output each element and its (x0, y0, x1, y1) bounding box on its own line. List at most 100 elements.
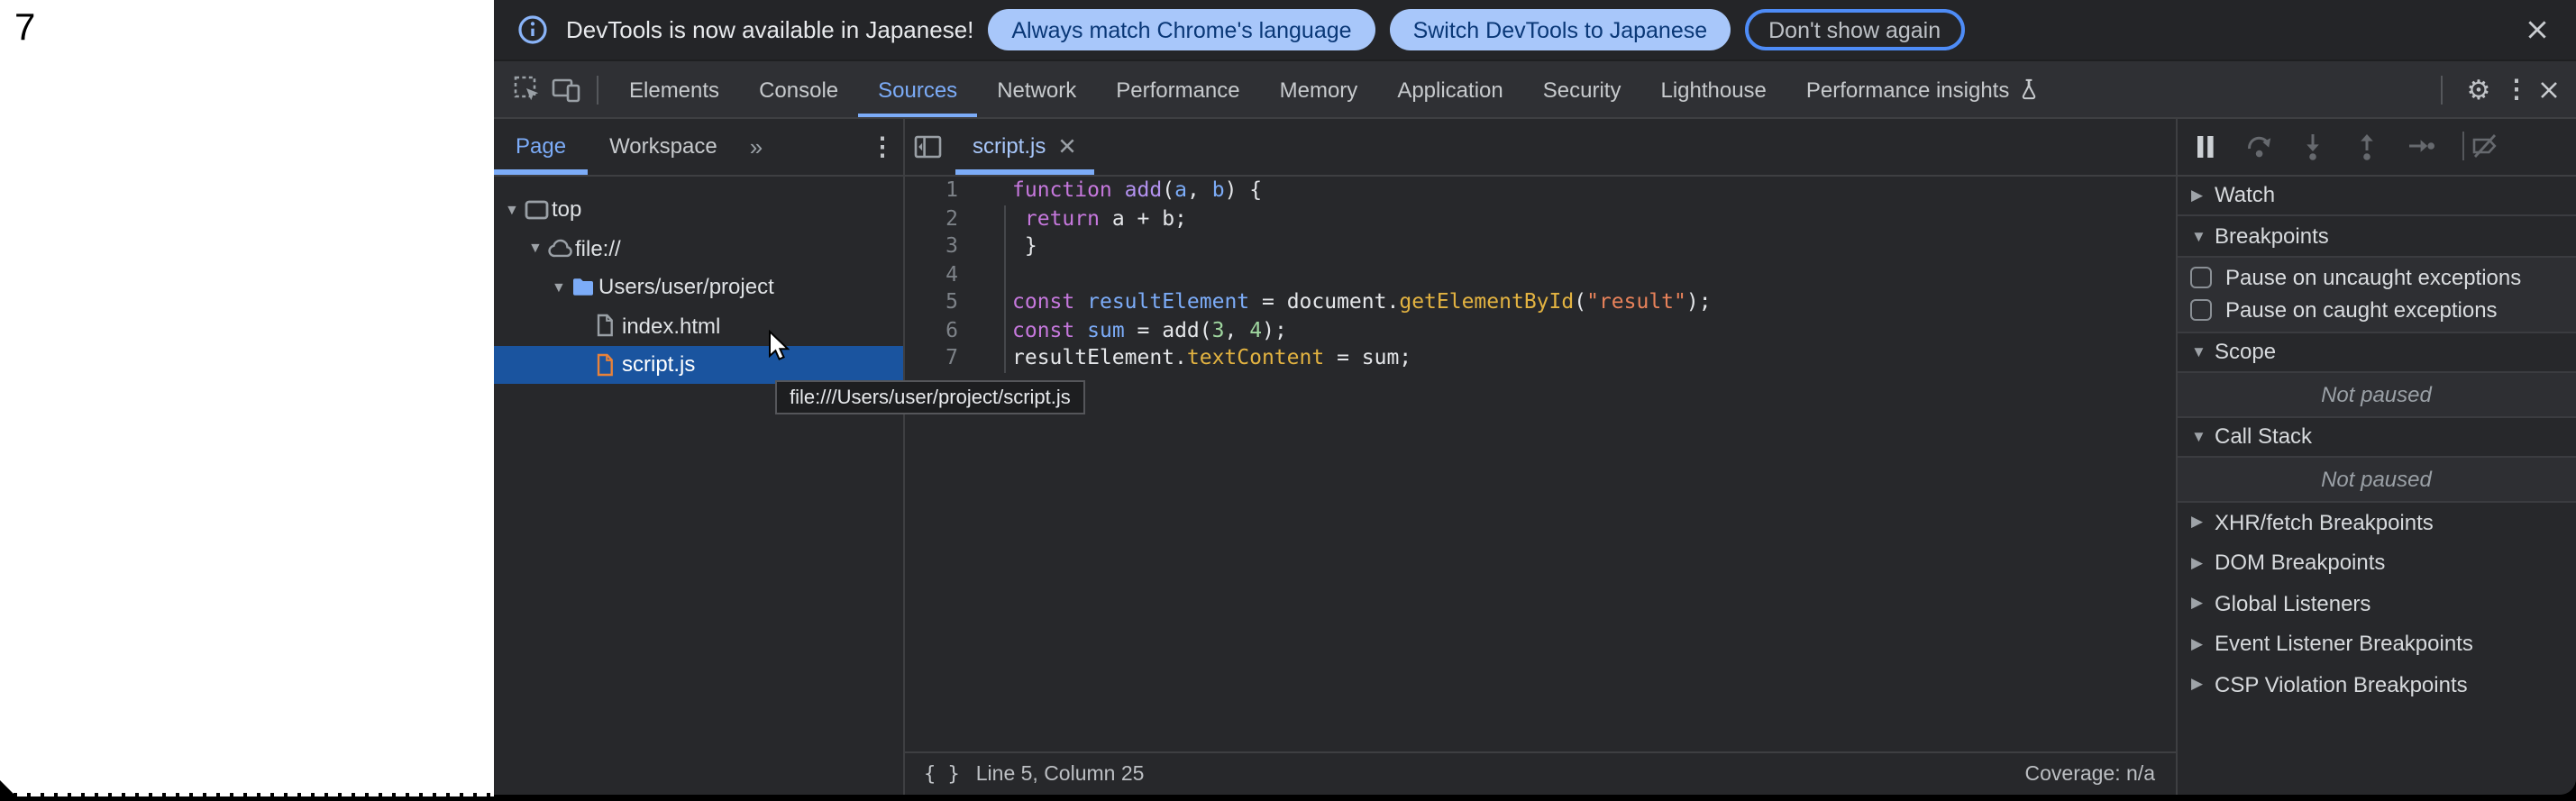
tree-item-top[interactable]: ▼ top (494, 190, 902, 229)
tab-security[interactable]: Security (1523, 61, 1641, 117)
tree-item-label: top (552, 197, 581, 223)
more-tabs-chevron-icon[interactable]: » (739, 119, 773, 174)
breakpoints-options: Pause on uncaught exceptionsPause on cau… (2177, 257, 2576, 332)
tab-elements[interactable]: Elements (609, 61, 739, 117)
code-token: ); (1686, 288, 1712, 314)
dont-show-again-button[interactable]: Don't show again (1745, 9, 1964, 50)
tab-label: Network (997, 77, 1076, 102)
code-editor[interactable]: 1function add(a, b) {2 return a + b;3 }4… (904, 176, 2175, 751)
code-token: resultElement. (1012, 344, 1187, 369)
code-line: 1function add(a, b) { (904, 177, 2175, 205)
code-token: getElementById (1399, 288, 1574, 314)
section-label: Watch (2215, 183, 2275, 208)
devtools-window: DevTools is now available in Japanese! A… (494, 0, 2576, 795)
checkbox[interactable] (2189, 267, 2211, 288)
step-out-icon[interactable] (2353, 133, 2380, 160)
tree-item-index-html[interactable]: index.html (494, 306, 902, 345)
devtools-close-icon[interactable] (2536, 77, 2562, 102)
pretty-print-icon[interactable]: { } (924, 762, 960, 786)
tab-performance[interactable]: Performance (1096, 61, 1259, 117)
deactivate-breakpoints-icon[interactable] (2471, 133, 2498, 160)
section-label: Call Stack (2215, 424, 2312, 450)
tree-item-label: script.js (622, 352, 695, 378)
triangle-right-icon: ▶ (2191, 553, 2215, 573)
triangle-right-icon: ▶ (2191, 594, 2215, 614)
pause-icon[interactable] (2191, 133, 2218, 160)
triangle-down-icon: ▼ (2191, 343, 2215, 361)
editor-tabbar: script.js (904, 119, 2175, 176)
debugger-sections: ▶Watch▼BreakpointsPause on uncaught exce… (2177, 176, 2576, 705)
section-header-scope[interactable]: ▼Scope (2177, 332, 2576, 373)
inspected-page: 7 (0, 0, 494, 796)
navigator-tabs: PageWorkspace (494, 119, 739, 174)
tab-memory[interactable]: Memory (1260, 61, 1378, 117)
navigator-tab-page[interactable]: Page (494, 119, 588, 174)
tree-item-file[interactable]: ▼file:// (494, 229, 902, 268)
line-number[interactable]: 6 (904, 316, 958, 344)
code-token: a (1174, 177, 1187, 202)
section-header-call-stack[interactable]: ▼Call Stack (2177, 417, 2576, 458)
navigator-menu-kebab-icon[interactable]: ⋮ (870, 132, 895, 162)
code-token (1012, 205, 1025, 230)
inspect-element-icon[interactable] (507, 61, 546, 117)
checkbox[interactable] (2189, 300, 2211, 322)
tree-item-script-js[interactable]: script.js (494, 345, 902, 384)
tab-label: Application (1397, 77, 1503, 102)
line-number[interactable]: 5 (904, 288, 958, 316)
step-over-icon[interactable] (2245, 133, 2272, 160)
tab-lighthouse[interactable]: Lighthouse (1640, 61, 1786, 117)
section-header-breakpoints[interactable]: ▼Breakpoints (2177, 216, 2576, 257)
tab-sources[interactable]: Sources (858, 61, 977, 117)
more-options-kebab-icon[interactable]: ⋮ (2504, 74, 2529, 105)
tree-expand-icon[interactable]: ▼ (528, 241, 548, 257)
triangle-down-icon: ▼ (2191, 227, 2215, 245)
tab-performance-insights[interactable]: Performance insights (1786, 61, 2058, 117)
section-header-event-listener-breakpoints[interactable]: ▶Event Listener Breakpoints (2177, 624, 2576, 664)
code-line: 4 (904, 260, 2175, 288)
tree-expand-icon[interactable]: ▼ (552, 279, 571, 296)
code-token: function (1012, 177, 1112, 202)
section-header-csp-violation-breakpoints[interactable]: ▶CSP Violation Breakpoints (2177, 664, 2576, 705)
code-token: add (1125, 177, 1163, 202)
section-label: CSP Violation Breakpoints (2215, 672, 2468, 697)
step-into-icon[interactable] (2299, 133, 2326, 160)
line-number[interactable]: 4 (904, 260, 958, 288)
code-token: ( (1574, 288, 1586, 314)
hide-navigator-icon[interactable] (904, 119, 953, 174)
frame-icon (525, 198, 552, 222)
tab-close-icon[interactable] (1058, 138, 1076, 156)
section-header-watch[interactable]: ▶Watch (2177, 176, 2576, 216)
step-icon[interactable] (2407, 133, 2434, 160)
device-toolbar-icon[interactable] (546, 61, 586, 117)
line-number[interactable]: 2 (904, 205, 958, 232)
indent-guide (1003, 205, 1005, 372)
tree-expand-icon[interactable]: ▼ (505, 202, 525, 218)
tab-console[interactable]: Console (739, 61, 858, 117)
line-number[interactable]: 3 (904, 232, 958, 260)
code-line: 2 return a + b; (904, 205, 2175, 232)
section-header-dom-breakpoints[interactable]: ▶DOM Breakpoints (2177, 542, 2576, 583)
section-header-global-listeners[interactable]: ▶Global Listeners (2177, 583, 2576, 624)
code-token (1112, 177, 1125, 202)
settings-gear-icon[interactable]: ⚙ (2461, 73, 2497, 105)
code-token: "result" (1586, 288, 1686, 314)
infobar-close-icon[interactable] (2524, 17, 2549, 42)
checkbox-row-pause-on-uncaught-exceptions: Pause on uncaught exceptions (2177, 260, 2576, 294)
code-token: textContent (1187, 344, 1324, 369)
tree-item-label: index.html (622, 314, 720, 339)
navigator-tab-workspace[interactable]: Workspace (588, 119, 739, 174)
editor-tab-script-js[interactable]: script.js (955, 119, 1094, 174)
infobar-message: DevTools is now available in Japanese! (566, 16, 973, 43)
line-number[interactable]: 1 (904, 177, 958, 205)
tree-item-users-user-project[interactable]: ▼Users/user/project (494, 268, 902, 306)
switch-to-japanese-button[interactable]: Switch DevTools to Japanese (1390, 9, 1731, 50)
code-line-content: return a + b; (958, 205, 1187, 232)
section-header-xhr-fetch-breakpoints[interactable]: ▶XHR/fetch Breakpoints (2177, 502, 2576, 542)
main-toolbar: ElementsConsoleSources Network Performance… (494, 61, 2576, 119)
code-line-content: resultElement.textContent = sum; (958, 344, 1411, 372)
tab-application[interactable]: Application (1377, 61, 1522, 117)
tab-network[interactable]: Network (977, 61, 1096, 117)
always-match-language-button[interactable]: Always match Chrome's language (988, 9, 1375, 50)
file-tree: ▼ top ▼file://▼Users/user/project index.htm… (494, 176, 902, 795)
line-number[interactable]: 7 (904, 344, 958, 372)
